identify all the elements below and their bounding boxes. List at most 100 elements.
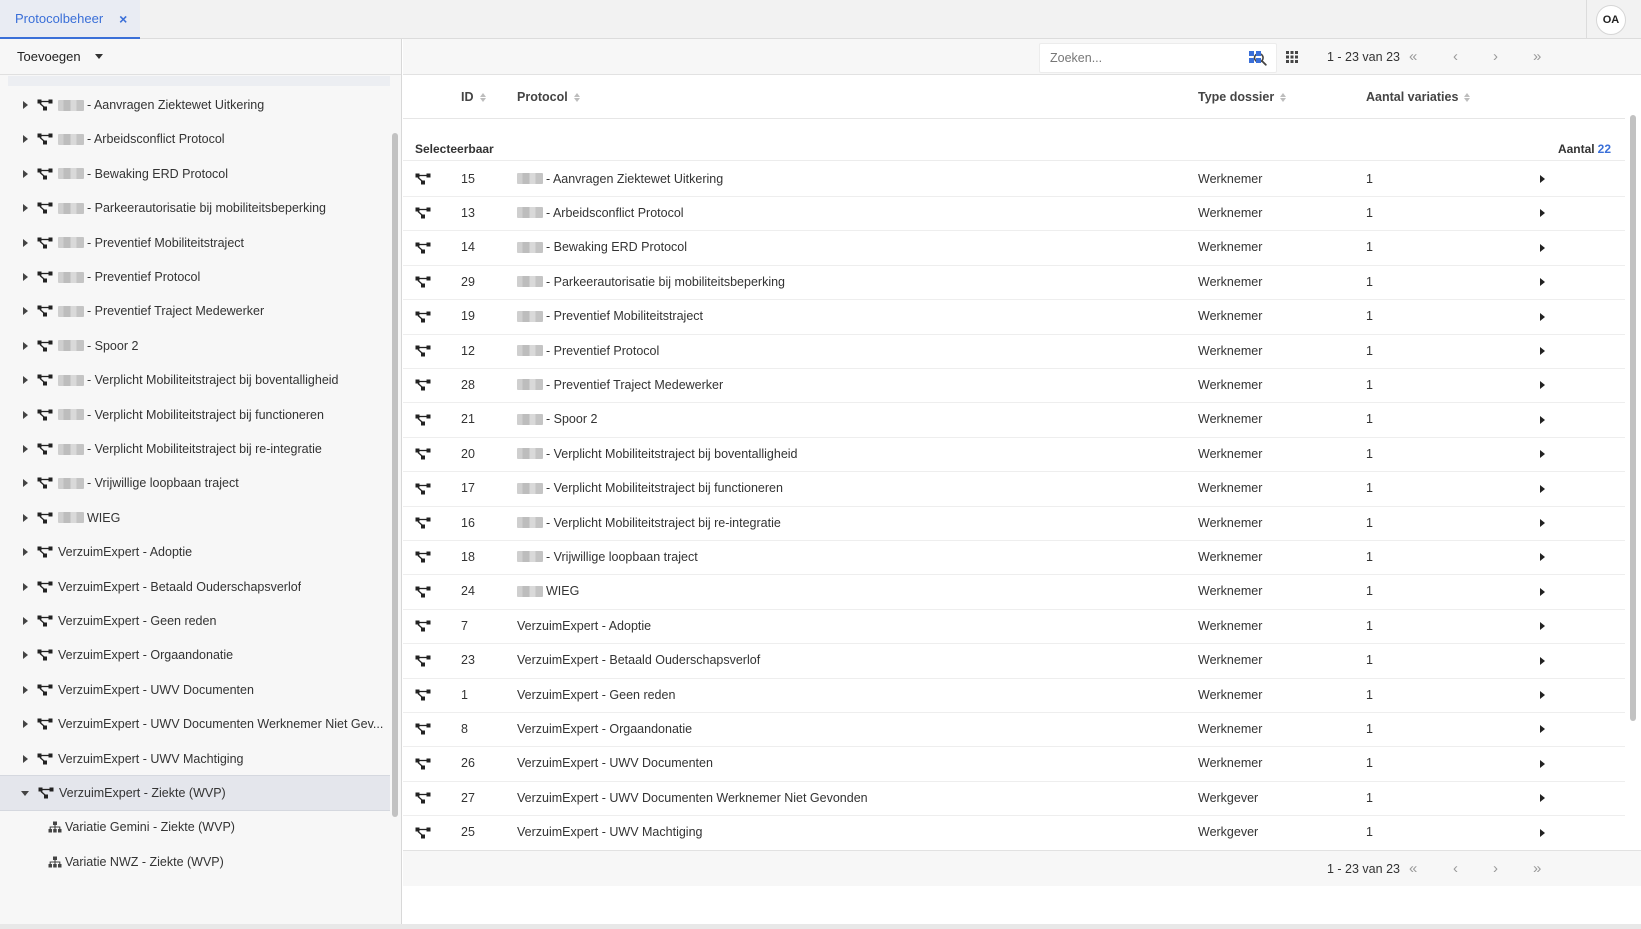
- caret-right-icon[interactable]: [1540, 415, 1545, 424]
- column-header-variations[interactable]: Aantal variaties: [1366, 90, 1471, 104]
- table-row[interactable]: 25 VerzuimExpert - UWV Machtiging Werkgeve…: [403, 815, 1625, 851]
- tree-protocol-item[interactable]: - Bewaking ERD Protocol: [0, 156, 390, 192]
- caret-right-icon[interactable]: [1540, 587, 1545, 596]
- last-page-button[interactable]: »: [1533, 49, 1541, 65]
- tree-protocol-item[interactable]: - Preventief Traject Medewerker: [0, 293, 390, 329]
- table-row[interactable]: 7 VerzuimExpert - Adoptie Werknemer 1: [403, 608, 1625, 645]
- next-page-button-bottom[interactable]: ›: [1493, 861, 1498, 877]
- caret-right-icon[interactable]: [1540, 209, 1545, 218]
- tree-protocol-item[interactable]: - Vrijwillige loopbaan traject: [0, 465, 390, 501]
- table-row[interactable]: 27 VerzuimExpert - UWV Documenten Werknem…: [403, 780, 1625, 817]
- table-row[interactable]: 12 - Preventief Protocol Werknemer 1: [403, 333, 1625, 369]
- tree-protocol-item[interactable]: - Verplicht Mobiliteitstraject bij boven…: [0, 362, 390, 398]
- caret-right-icon[interactable]: [23, 651, 28, 660]
- table-row[interactable]: 21 - Spoor 2 Werknemer 1: [403, 402, 1625, 438]
- tree-protocol-item[interactable]: - Verplicht Mobiliteitstraject bij funct…: [0, 397, 390, 433]
- tree-protocol-item[interactable]: VerzuimExpert - UWV Machtiging: [0, 741, 390, 777]
- next-page-button[interactable]: ›: [1493, 49, 1498, 65]
- caret-right-icon[interactable]: [23, 720, 28, 729]
- caret-right-icon[interactable]: [23, 754, 28, 763]
- table-row[interactable]: 19 - Preventief Mobiliteitstraject Werknem…: [403, 299, 1625, 335]
- tree-protocol-item[interactable]: VerzuimExpert - UWV Documenten Werknemer…: [0, 706, 390, 742]
- caret-right-icon[interactable]: [1540, 450, 1545, 459]
- caret-right-icon[interactable]: [23, 204, 28, 213]
- add-dropdown-button[interactable]: Toevoegen: [17, 49, 103, 64]
- caret-right-icon[interactable]: [1540, 347, 1545, 355]
- last-page-button-bottom[interactable]: »: [1533, 861, 1541, 877]
- close-tab-icon[interactable]: ×: [119, 11, 127, 27]
- search-input[interactable]: [1040, 51, 1240, 65]
- tree-scrollbar[interactable]: [392, 133, 398, 817]
- tree-variation-item[interactable]: Variatie Gemini - Ziekte (WVP): [0, 809, 390, 845]
- caret-right-icon[interactable]: [1540, 553, 1545, 562]
- caret-right-icon[interactable]: [1540, 484, 1545, 493]
- caret-right-icon[interactable]: [23, 582, 28, 591]
- table-row[interactable]: 26 VerzuimExpert - UWV Documenten Werkneme…: [403, 746, 1625, 782]
- tree-protocol-item[interactable]: - Preventief Mobiliteitstraject: [0, 225, 390, 261]
- tree-protocol-item[interactable]: - Preventief Protocol: [0, 259, 390, 295]
- caret-right-icon[interactable]: [1540, 278, 1545, 287]
- caret-right-icon[interactable]: [23, 685, 28, 694]
- table-row[interactable]: 13 - Arbeidsconflict Protocol Werknemer 1: [403, 195, 1625, 232]
- table-row[interactable]: 14 - Bewaking ERD Protocol Werknemer 1: [403, 230, 1625, 266]
- table-row[interactable]: 17 - Verplicht Mobiliteitstraject bij fun…: [403, 471, 1625, 507]
- caret-right-icon[interactable]: [23, 445, 28, 453]
- caret-right-icon[interactable]: [23, 307, 28, 316]
- tree-variation-item[interactable]: Variatie NWZ - Ziekte (WVP): [0, 844, 390, 880]
- table-row[interactable]: 20 - Verplicht Mobiliteitstraject bij bov…: [403, 436, 1625, 473]
- caret-right-icon[interactable]: [23, 273, 28, 281]
- tree-protocol-item[interactable]: VerzuimExpert - UWV Documenten: [0, 672, 390, 708]
- caret-right-icon[interactable]: [1540, 691, 1545, 699]
- caret-right-icon[interactable]: [1540, 519, 1545, 527]
- caret-right-icon[interactable]: [23, 238, 28, 247]
- caret-right-icon[interactable]: [1540, 794, 1545, 803]
- caret-right-icon[interactable]: [1540, 312, 1545, 321]
- column-header-protocol[interactable]: Protocol: [517, 90, 580, 104]
- tab-protocolbeheer[interactable]: Protocolbeheer ×: [0, 0, 140, 39]
- tree-protocol-item[interactable]: VerzuimExpert - Adoptie: [0, 534, 390, 570]
- tree-protocol-item[interactable]: VerzuimExpert - Ziekte (WVP): [0, 775, 390, 811]
- caret-down-icon[interactable]: [21, 790, 29, 796]
- table-row[interactable]: 28 - Preventief Traject Medewerker Werknem…: [403, 367, 1625, 404]
- caret-right-icon[interactable]: [23, 169, 28, 178]
- search-box[interactable]: [1039, 43, 1277, 73]
- table-row[interactable]: 29 - Parkeerautorisatie bij mobiliteitsbe…: [403, 264, 1625, 301]
- table-row[interactable]: 15 - Aanvragen Ziektewet Uitkering Werknem…: [403, 161, 1625, 197]
- prev-page-button-bottom[interactable]: ‹: [1453, 861, 1458, 877]
- table-row[interactable]: 24 WIEG Werknemer 1: [403, 574, 1625, 610]
- user-avatar[interactable]: OA: [1596, 5, 1626, 35]
- table-scrollbar[interactable]: [1630, 115, 1636, 721]
- tree-protocol-item[interactable]: WIEG: [0, 500, 390, 536]
- caret-right-icon[interactable]: [1540, 381, 1545, 390]
- caret-right-icon[interactable]: [23, 617, 28, 625]
- first-page-button[interactable]: «: [1409, 49, 1417, 65]
- table-row[interactable]: 1 VerzuimExpert - Geen reden Werknemer 1: [403, 677, 1625, 713]
- table-row[interactable]: 16 - Verplicht Mobiliteitstraject bij re-…: [403, 505, 1625, 541]
- caret-right-icon[interactable]: [1540, 828, 1545, 837]
- tree-protocol-item[interactable]: VerzuimExpert - Betaald Ouderschapsverlo…: [0, 569, 390, 605]
- column-header-type[interactable]: Type dossier: [1198, 90, 1287, 104]
- caret-right-icon[interactable]: [23, 376, 28, 385]
- tree-protocol-item[interactable]: - Spoor 2: [0, 328, 390, 364]
- tree-protocol-item[interactable]: - Parkeerautorisatie bij mobiliteitsbepe…: [0, 190, 390, 226]
- prev-page-button[interactable]: ‹: [1453, 49, 1458, 65]
- caret-right-icon[interactable]: [23, 135, 28, 144]
- tree-protocol-item[interactable]: - Aanvragen Ziektewet Uitkering: [0, 87, 390, 123]
- caret-right-icon[interactable]: [1540, 656, 1545, 665]
- first-page-button-bottom[interactable]: «: [1409, 861, 1417, 877]
- caret-right-icon[interactable]: [23, 101, 28, 109]
- tree-protocol-item[interactable]: VerzuimExpert - Orgaandonatie: [0, 637, 390, 673]
- table-row[interactable]: 8 VerzuimExpert - Orgaandonatie Werknemer 1: [403, 711, 1625, 748]
- caret-right-icon[interactable]: [23, 410, 28, 419]
- tree-protocol-item[interactable]: - Verplicht Mobiliteitstraject bij re-in…: [0, 431, 390, 467]
- caret-right-icon[interactable]: [1540, 622, 1545, 631]
- caret-right-icon[interactable]: [23, 479, 28, 488]
- caret-right-icon[interactable]: [23, 513, 28, 522]
- column-header-id[interactable]: ID: [461, 90, 486, 104]
- caret-right-icon[interactable]: [1540, 243, 1545, 252]
- caret-right-icon[interactable]: [23, 548, 28, 557]
- tree-protocol-item[interactable]: - Arbeidsconflict Protocol: [0, 121, 390, 157]
- grid-small-view-icon[interactable]: [1284, 49, 1300, 65]
- caret-right-icon[interactable]: [1540, 175, 1545, 183]
- caret-right-icon[interactable]: [23, 341, 28, 350]
